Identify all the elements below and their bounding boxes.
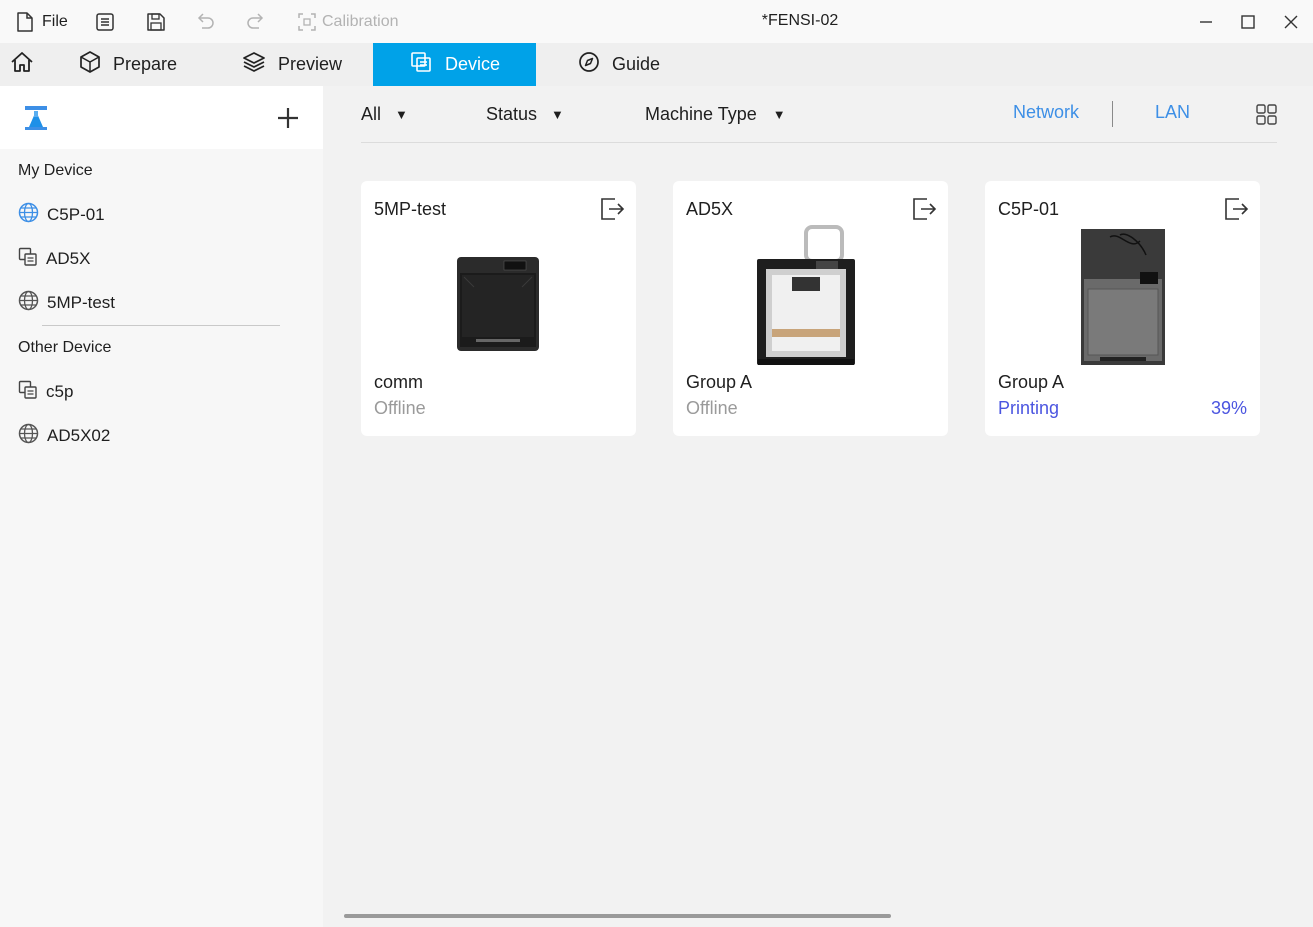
tab-device-label: Device <box>444 54 501 74</box>
other-device-title: Other Device <box>18 339 112 356</box>
printer-ad5x-image <box>756 225 866 372</box>
card-group: comm <box>374 372 423 392</box>
tab-preview-label: Preview <box>278 54 343 74</box>
sidebar-item-c5p-01[interactable]: C5P-01 <box>18 202 105 228</box>
minimize-button[interactable] <box>1198 0 1214 43</box>
close-icon <box>1283 14 1299 30</box>
grid-view-button[interactable] <box>1256 104 1278 131</box>
card-status: Offline <box>686 398 738 418</box>
tab-prepare-label: Prepare <box>113 54 178 74</box>
tab-prepare[interactable]: Prepare <box>79 43 177 86</box>
device-name: AD5X02 <box>47 426 111 445</box>
caret-down-icon: ▼ <box>395 106 408 122</box>
plus-icon <box>278 108 298 128</box>
sidebar-item-ad5x[interactable]: AD5X <box>18 247 90 271</box>
printer-5m-image <box>456 255 540 358</box>
link-separator <box>1112 101 1113 127</box>
home-icon <box>10 51 34 78</box>
network-link[interactable]: Network <box>1013 102 1079 123</box>
card-group: Group A <box>686 372 753 392</box>
card-device-name: 5MP-test <box>374 199 447 219</box>
maximize-button[interactable] <box>1240 0 1256 43</box>
all-filter-label: All <box>361 103 382 124</box>
device-card[interactable]: AD5X Group A Offline <box>673 181 948 436</box>
my-device-title: My Device <box>18 162 93 179</box>
status-filter-dropdown[interactable]: Status ▼ <box>486 102 564 126</box>
device-name: C5P-01 <box>47 205 105 224</box>
sidebar-divider <box>42 325 280 326</box>
sidebar-item-5mp-test[interactable]: 5MP-test <box>18 290 116 316</box>
device-main-panel: All ▼ Status ▼ Machine Type ▼ Network LA… <box>323 86 1313 927</box>
sidebar-header <box>0 86 323 149</box>
machine-type-filter-label: Machine Type <box>645 103 757 124</box>
card-status: Printing <box>998 398 1060 418</box>
lan-link[interactable]: LAN <box>1155 102 1190 123</box>
maximize-icon <box>1240 14 1256 30</box>
device-sidebar: My Device C5P-01 AD5X 5MP-test Other Dev… <box>0 86 323 927</box>
globe-icon <box>18 423 39 449</box>
tab-home[interactable] <box>10 43 34 86</box>
tab-preview[interactable]: Preview <box>242 43 342 86</box>
filter-divider <box>361 142 1277 143</box>
caret-down-icon: ▼ <box>551 106 564 122</box>
sidebar-item-ad5x02[interactable]: AD5X02 <box>18 423 111 449</box>
layers-icon <box>242 51 266 78</box>
grid-icon <box>1256 104 1277 125</box>
tab-guide[interactable]: Guide <box>578 43 660 86</box>
add-device-button[interactable] <box>276 106 300 135</box>
caret-down-icon: ▼ <box>772 106 786 122</box>
horizontal-scrollbar[interactable] <box>344 914 891 918</box>
globe-icon <box>18 290 39 316</box>
card-device-name: C5P-01 <box>998 199 1060 219</box>
device-card[interactable]: 5MP-test comm Offline <box>361 181 636 436</box>
compass-icon <box>578 51 600 78</box>
device-name: 5MP-test <box>47 293 116 312</box>
status-filter-label: Status <box>486 103 538 124</box>
device-icon <box>409 50 433 79</box>
card-exit-button[interactable] <box>1223 196 1249 227</box>
printer-logo-icon <box>24 105 48 136</box>
close-button[interactable] <box>1283 0 1299 43</box>
card-group: Group A <box>998 372 1065 392</box>
exit-icon <box>1225 198 1249 220</box>
machine-type-filter-dropdown[interactable]: Machine Type ▼ <box>645 102 786 126</box>
title-bar: File Calibration *FENSI-02 <box>0 0 1313 43</box>
card-status: Offline <box>374 398 426 418</box>
globe-icon <box>18 202 39 228</box>
card-exit-button[interactable] <box>599 196 625 227</box>
minimize-icon <box>1198 14 1214 30</box>
window-title: *FENSI-02 <box>761 12 839 29</box>
tab-guide-label: Guide <box>612 54 661 74</box>
all-filter-dropdown[interactable]: All ▼ <box>361 102 408 126</box>
printer-c5p-image <box>1080 227 1166 372</box>
card-exit-button[interactable] <box>911 196 937 227</box>
sidebar-item-c5p[interactable]: c5p <box>18 380 73 404</box>
device-card[interactable]: C5P-01 Group A Printing 39% <box>985 181 1260 436</box>
device-name: c5p <box>46 382 74 401</box>
main-tab-bar: Prepare Preview Device Guide <box>0 43 1313 86</box>
exit-icon <box>913 198 937 220</box>
cube-icon <box>79 51 101 78</box>
card-progress: 39% <box>1210 398 1247 418</box>
tab-device[interactable]: Device <box>373 43 536 86</box>
lan-device-icon <box>18 380 38 405</box>
exit-icon <box>601 198 625 220</box>
lan-device-icon <box>18 247 38 272</box>
card-device-name: AD5X <box>686 199 734 219</box>
device-name: AD5X <box>46 249 91 268</box>
